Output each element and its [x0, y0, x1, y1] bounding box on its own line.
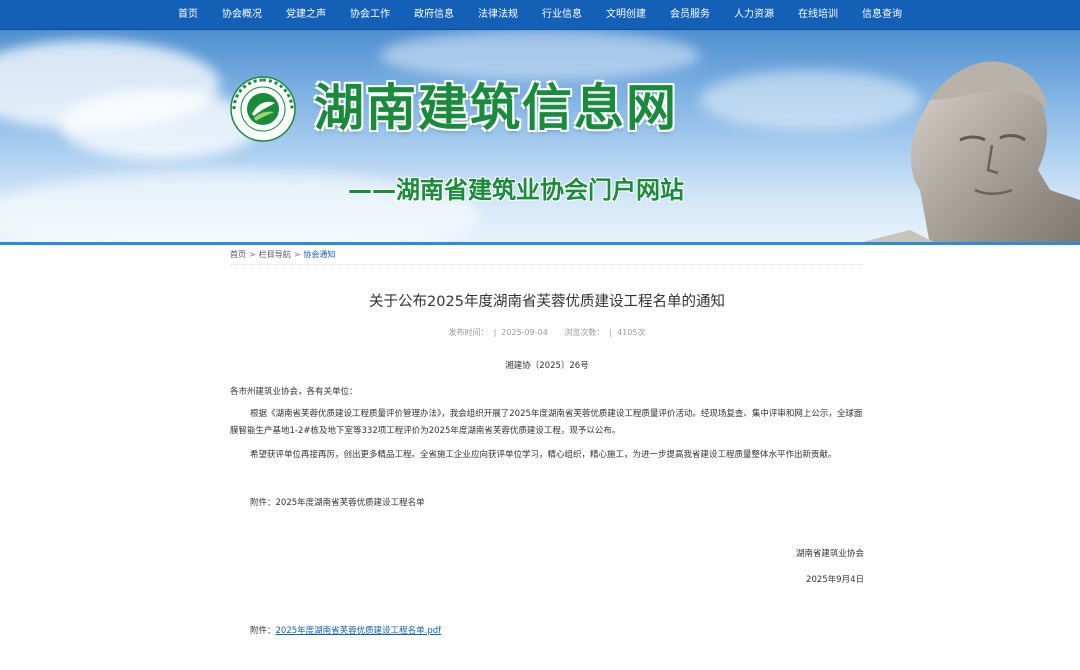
nav-item-member-service[interactable]: 会员服务 [658, 0, 722, 30]
article-meta: 发布时间： | 2025-09-04 浏览次数： | 4105次 [230, 327, 864, 339]
nav-item-government-info[interactable]: 政府信息 [402, 0, 466, 30]
nav-item-online-training[interactable]: 在线培训 [786, 0, 850, 30]
article-title: 关于公布2025年度湖南省芙蓉优质建设工程名单的通知 [369, 294, 725, 310]
nav-item-info-query[interactable]: 信息查询 [850, 0, 914, 30]
signature-organization: 湖南省建筑业协会 [795, 549, 864, 559]
nav-item-human-resources[interactable]: 人力资源 [722, 0, 786, 30]
salutation: 各市州建筑业协会，各有关单位： [230, 387, 358, 397]
site-subtitle: ——湖南省建筑业协会门户网站 [348, 176, 684, 204]
nav-item-civilization[interactable]: 文明创建 [594, 0, 658, 30]
site-title: 湖南建筑信息网 [314, 79, 678, 137]
attachment-download: 附件：2025年度湖南省芙蓉优质建设工程名单.pdf [230, 624, 864, 638]
nav-item-party[interactable]: 党建之声 [274, 0, 338, 30]
attachment-file-link[interactable]: 2025年度湖南省芙蓉优质建设工程名单.pdf [276, 626, 442, 636]
top-navigation: 首页 协会概况 党建之声 协会工作 政府信息 法律法规 行业信息 文明创建 会员… [0, 0, 1080, 30]
attachment-label: 附件： [250, 626, 276, 636]
nav-menu: 首页 协会概况 党建之声 协会工作 政府信息 法律法规 行业信息 文明创建 会员… [0, 0, 1080, 30]
main-content: 首页 > 栏目导航 > 协会通知 关于公布2025年度湖南省芙蓉优质建设工程名单的通知 … [230, 245, 864, 638]
body-paragraph-1: 根据《湖南省芙蓉优质建设工程质量评价管理办法》，我会组织开展了2025年度湖南省… [230, 409, 863, 436]
statue-image [850, 61, 1080, 245]
nav-item-industry-info[interactable]: 行业信息 [530, 0, 594, 30]
publish-date: 2025-09-04 [501, 328, 548, 337]
attachment-note: 附件：2025年度湖南省芙蓉优质建设工程名单 [250, 498, 425, 508]
document-number: 湘建协〔2025〕26号 [505, 361, 589, 371]
nav-item-home[interactable]: 首页 [166, 0, 210, 30]
body-paragraph-2: 希望获评单位再接再厉，创出更多精品工程。全省施工企业应向获评单位学习，精心组织，… [250, 450, 837, 460]
views-label: 浏览次数： [564, 328, 605, 337]
nav-item-about[interactable]: 协会概况 [210, 0, 274, 30]
breadcrumb-home[interactable]: 首页 [230, 250, 246, 259]
cloud-decoration [380, 30, 700, 80]
nav-item-association-work[interactable]: 协会工作 [338, 0, 402, 30]
meta-separator: | [609, 328, 613, 337]
breadcrumb: 首页 > 栏目导航 > 协会通知 [230, 245, 864, 265]
breadcrumb-separator: > [293, 250, 301, 259]
breadcrumb-separator: > [249, 250, 256, 259]
association-logo-icon[interactable] [230, 76, 296, 142]
breadcrumb-section[interactable]: 栏目导航 [259, 250, 291, 259]
breadcrumb-current[interactable]: 协会通知 [303, 250, 335, 259]
nav-item-laws[interactable]: 法律法规 [466, 0, 530, 30]
views-count: 4105次 [617, 328, 646, 337]
meta-separator: | [493, 328, 497, 337]
header-banner: 湖南建筑信息网 ——湖南省建筑业协会门户网站 [0, 30, 1080, 245]
publish-label: 发布时间： [448, 328, 489, 337]
signature-date: 2025年9月4日 [806, 575, 864, 585]
